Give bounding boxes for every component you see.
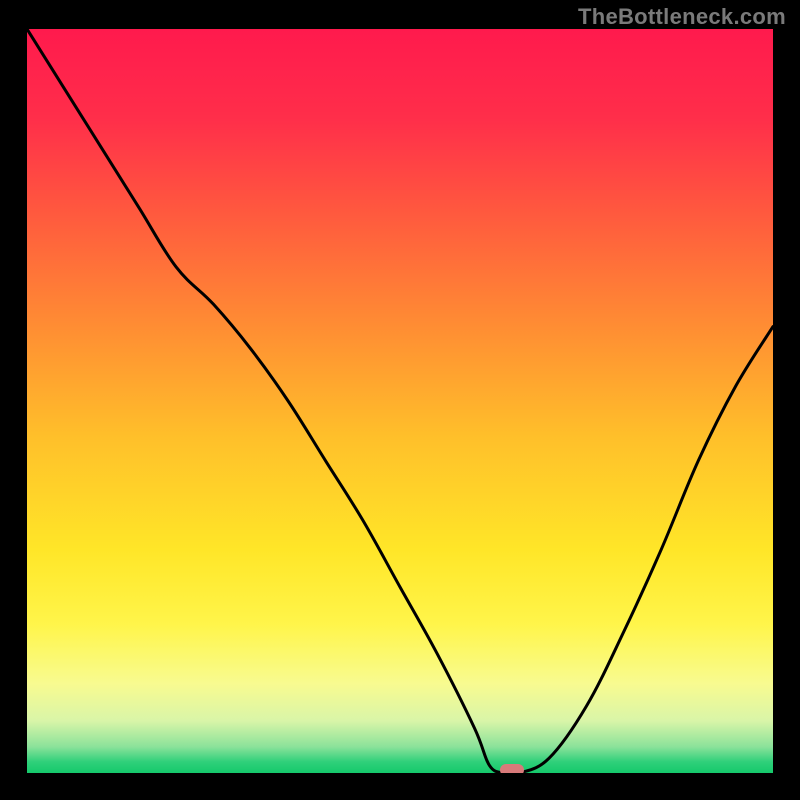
chart-container: TheBottleneck.com <box>0 0 800 800</box>
attribution-label: TheBottleneck.com <box>578 4 786 30</box>
plot-area <box>27 29 773 773</box>
optimal-marker <box>500 764 524 773</box>
bottleneck-curve <box>27 29 773 773</box>
